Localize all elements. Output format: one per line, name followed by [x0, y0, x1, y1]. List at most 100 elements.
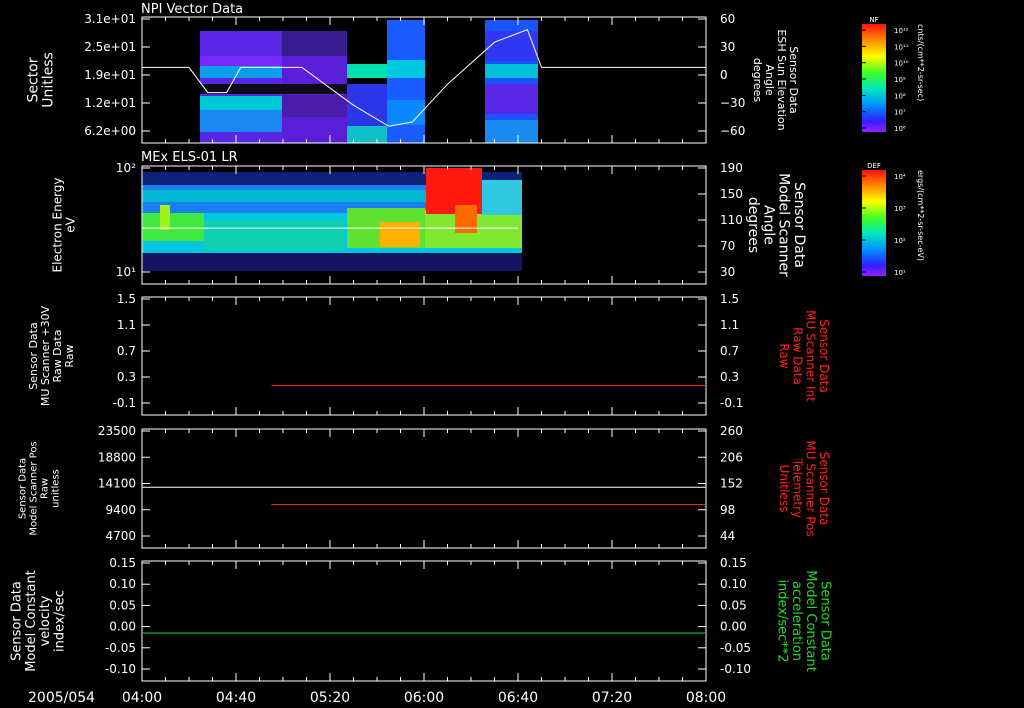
spec-block	[387, 60, 425, 78]
colorbar-tick-label: 10¹²	[894, 27, 909, 35]
y2-tick-label: 0.3	[720, 370, 739, 384]
spec-block	[347, 64, 387, 78]
spec-block	[160, 205, 170, 230]
y-tick-label: 1.5	[117, 292, 136, 306]
spec-block	[282, 31, 347, 56]
y2-axis-label: Sensor DataMU Scanner IntRaw DataRaw	[777, 310, 831, 402]
y2-axis-label: Sensor DataESH Sun ElevationAngledegrees	[751, 29, 800, 130]
y-tick-label: 18800	[98, 450, 136, 464]
els-spectrogram	[142, 168, 522, 271]
spec-block	[282, 95, 347, 117]
panel-title: MEx ELS-01 LR	[141, 150, 238, 165]
spec-block	[200, 110, 282, 132]
colorbar-tick-label: 10⁸	[894, 92, 906, 100]
y2-tick-label: 0.7	[720, 344, 739, 358]
figure: NPI Vector Data 3.1e+01 2.5e+01 1.9e+01 1.2…	[10, 2, 925, 706]
y-tick-label: 0.00	[109, 620, 136, 634]
y2-tick-label: −60	[720, 124, 745, 138]
y2-tick-label: 30	[720, 40, 735, 54]
spec-block	[142, 253, 522, 271]
colorbar-tick-label: 10⁹	[894, 76, 906, 84]
spec-block	[485, 120, 538, 143]
spec-block	[387, 100, 425, 125]
y-axis-label: Sensor DataModel Constantvelocityindex/s…	[10, 570, 68, 672]
y2-tick-label: 110	[720, 213, 743, 227]
y-tick-label: 14100	[98, 477, 136, 491]
colorbar-tick-label: 10¹¹	[894, 43, 909, 51]
panel-mex-els: MEx ELS-01 LR 10² 10¹ 190 150 110 70 30 Electro…	[50, 150, 807, 285]
time-tick-label: 05:20	[310, 690, 350, 706]
spec-block	[200, 96, 282, 110]
spec-block	[482, 180, 522, 215]
colorbars: NF cnts/(cm**2-sr-sec) DEF ergs/(cm**2-s…	[862, 16, 925, 277]
panel-npi-vector-data: NPI Vector Data 3.1e+01 2.5e+01 1.9e+01 1.2…	[25, 2, 800, 144]
y-tick-label: 1.2e+01	[84, 96, 136, 110]
spec-block	[380, 222, 420, 247]
y-tick-label: 1.9e+01	[84, 68, 136, 82]
panel-title: NPI Vector Data	[141, 2, 243, 17]
y2-tick-label: 152	[720, 477, 743, 491]
y2-tick-label: -0.10	[720, 662, 751, 676]
colorbar-units: cnts/(cm**2-sr-sec)	[916, 24, 925, 101]
panel-frame	[141, 560, 707, 682]
y2-tick-label: 0.05	[720, 598, 747, 612]
y2-tick-label: 150	[720, 187, 743, 201]
y-axis-label: Electron EnergyeV	[50, 177, 77, 272]
time-tick-label: 06:00	[404, 690, 444, 706]
y-tick-label: 4700	[105, 529, 136, 543]
panel-model-constant: 0.15 0.10 0.05 0.00 -0.05 -0.10 0.15 0.10 0.05 0.…	[10, 556, 833, 682]
y2-tick-label: 260	[720, 424, 743, 438]
spec-block	[200, 56, 282, 66]
y-tick-label: -0.1	[113, 396, 136, 410]
y2-tick-label: 44	[720, 529, 735, 543]
spec-block	[282, 84, 347, 94]
y2-tick-label: 98	[720, 503, 735, 517]
y-tick-label: 0.10	[109, 577, 136, 591]
y-tick-label: 2.5e+01	[84, 40, 136, 54]
y-tick-label: 0.3	[117, 370, 136, 384]
date-label: 2005/054	[28, 690, 95, 706]
y2-tick-label: 30	[720, 265, 735, 279]
colorbar-gradient	[862, 170, 886, 276]
y2-tick-label: 0.10	[720, 577, 747, 591]
colorbar-tag: DEF	[867, 162, 881, 170]
colorbar-gradient	[862, 24, 886, 132]
time-tick-label: 07:20	[592, 690, 632, 706]
y2-tick-label: -0.1	[720, 396, 743, 410]
npi-spectrogram	[200, 20, 538, 143]
y2-tick-label: 1.5	[720, 292, 739, 306]
y2-axis-label: Sensor DataMU Scanner PosTelemetryUnitle…	[777, 440, 831, 536]
y-tick-label: 23500	[98, 424, 136, 438]
y2-tick-label: 70	[720, 239, 735, 253]
colorbar-tick-label: 10⁶	[894, 125, 906, 133]
panel-frame	[141, 428, 707, 549]
panel-mu-scanner-raw: 1.5 1.1 0.7 0.3 -0.1 1.5 1.1 0.7 0.3 -0.1 Sensor D…	[27, 292, 831, 416]
y-tick-label: -0.05	[105, 641, 136, 655]
y-tick-label: 6.2e+00	[84, 124, 136, 138]
y-tick-label: 9400	[105, 503, 136, 517]
y-tick-label: 0.15	[109, 556, 136, 570]
y-axis-label: Sensor DataModel Scanner PosRawunitless	[18, 441, 62, 535]
colorbar-tick-label: 10¹⁰	[894, 60, 909, 68]
y2-tick-label: -0.05	[720, 641, 751, 655]
panel-frame	[141, 296, 707, 416]
y-tick-label: 3.1e+01	[84, 12, 136, 26]
spec-block	[455, 205, 477, 233]
spec-block	[485, 64, 538, 78]
time-axis: 2005/054 04:00 04:40 05:20 06:00 06:40 07:20 0…	[28, 690, 726, 706]
y-tick-label: 10²	[116, 161, 136, 175]
time-tick-label: 08:00	[686, 690, 726, 706]
colorbar-tick-label: 10⁴	[894, 173, 906, 181]
y2-tick-label: 0	[720, 68, 728, 82]
time-tick-label: 06:40	[498, 690, 538, 706]
y-tick-label: 0.7	[117, 344, 136, 358]
y-tick-label: 1.1	[117, 318, 136, 332]
y-axis-label: Sensor DataMU Scanner +30VRaw DataRaw	[27, 305, 76, 406]
time-tick-label: 04:00	[122, 690, 162, 706]
colorbar-tag: NF	[869, 16, 878, 24]
y2-axis-label: Sensor DataModel Constantaccelerationind…	[775, 570, 833, 672]
colorbar-tick-label: 10³	[894, 205, 906, 213]
y-tick-label: -0.10	[105, 662, 136, 676]
colorbar-tick-label: 10¹	[894, 269, 906, 277]
y2-axis-label: Sensor DataModel ScannerAngledegrees	[745, 173, 807, 277]
